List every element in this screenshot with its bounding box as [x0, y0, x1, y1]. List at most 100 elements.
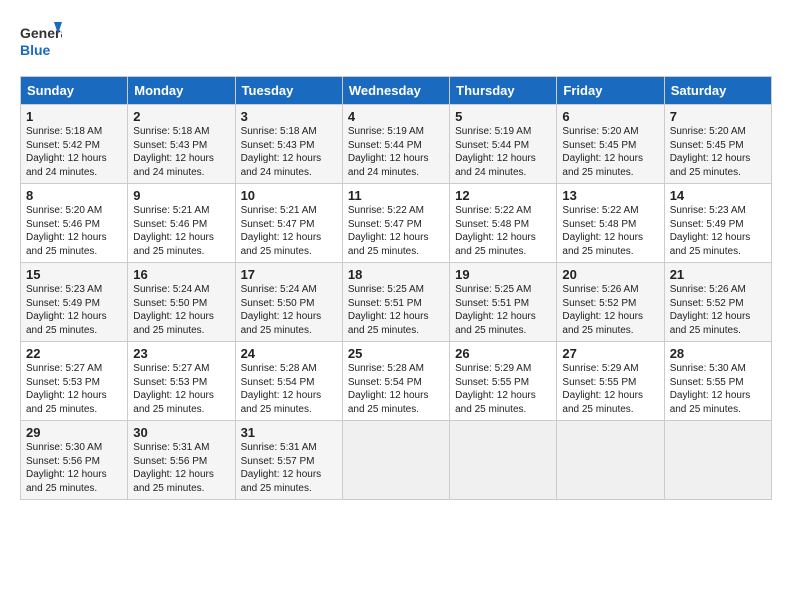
- logo-svg: General Blue: [20, 20, 62, 64]
- calendar-cell: 30 Sunrise: 5:31 AMSunset: 5:56 PMDaylig…: [128, 421, 235, 500]
- weekday-header: Thursday: [450, 77, 557, 105]
- calendar-cell: 22 Sunrise: 5:27 AMSunset: 5:53 PMDaylig…: [21, 342, 128, 421]
- day-info: Sunrise: 5:18 AMSunset: 5:42 PMDaylight:…: [26, 126, 107, 178]
- day-number: 31: [241, 425, 337, 440]
- day-number: 17: [241, 267, 337, 282]
- day-number: 16: [133, 267, 229, 282]
- day-info: Sunrise: 5:27 AMSunset: 5:53 PMDaylight:…: [26, 363, 107, 415]
- header: General Blue: [20, 20, 772, 64]
- calendar-cell: 11 Sunrise: 5:22 AMSunset: 5:47 PMDaylig…: [342, 184, 449, 263]
- day-number: 20: [562, 267, 658, 282]
- day-number: 7: [670, 109, 766, 124]
- day-number: 30: [133, 425, 229, 440]
- day-info: Sunrise: 5:18 AMSunset: 5:43 PMDaylight:…: [241, 126, 322, 178]
- day-info: Sunrise: 5:26 AMSunset: 5:52 PMDaylight:…: [562, 284, 643, 336]
- day-info: Sunrise: 5:19 AMSunset: 5:44 PMDaylight:…: [348, 126, 429, 178]
- calendar-cell: [664, 421, 771, 500]
- calendar-cell: 10 Sunrise: 5:21 AMSunset: 5:47 PMDaylig…: [235, 184, 342, 263]
- day-info: Sunrise: 5:23 AMSunset: 5:49 PMDaylight:…: [670, 205, 751, 257]
- calendar-week-row: 29 Sunrise: 5:30 AMSunset: 5:56 PMDaylig…: [21, 421, 772, 500]
- day-number: 23: [133, 346, 229, 361]
- day-number: 19: [455, 267, 551, 282]
- calendar-week-row: 22 Sunrise: 5:27 AMSunset: 5:53 PMDaylig…: [21, 342, 772, 421]
- day-info: Sunrise: 5:29 AMSunset: 5:55 PMDaylight:…: [455, 363, 536, 415]
- day-number: 11: [348, 188, 444, 203]
- day-number: 12: [455, 188, 551, 203]
- day-number: 9: [133, 188, 229, 203]
- day-number: 5: [455, 109, 551, 124]
- day-info: Sunrise: 5:25 AMSunset: 5:51 PMDaylight:…: [455, 284, 536, 336]
- day-number: 8: [26, 188, 122, 203]
- day-number: 18: [348, 267, 444, 282]
- day-number: 13: [562, 188, 658, 203]
- day-info: Sunrise: 5:31 AMSunset: 5:56 PMDaylight:…: [133, 442, 214, 494]
- calendar-week-row: 8 Sunrise: 5:20 AMSunset: 5:46 PMDayligh…: [21, 184, 772, 263]
- day-info: Sunrise: 5:22 AMSunset: 5:48 PMDaylight:…: [562, 205, 643, 257]
- weekday-header: Saturday: [664, 77, 771, 105]
- calendar-cell: 28 Sunrise: 5:30 AMSunset: 5:55 PMDaylig…: [664, 342, 771, 421]
- calendar-cell: 19 Sunrise: 5:25 AMSunset: 5:51 PMDaylig…: [450, 263, 557, 342]
- day-info: Sunrise: 5:18 AMSunset: 5:43 PMDaylight:…: [133, 126, 214, 178]
- day-number: 26: [455, 346, 551, 361]
- calendar-cell: 13 Sunrise: 5:22 AMSunset: 5:48 PMDaylig…: [557, 184, 664, 263]
- day-info: Sunrise: 5:20 AMSunset: 5:45 PMDaylight:…: [670, 126, 751, 178]
- day-number: 10: [241, 188, 337, 203]
- day-number: 1: [26, 109, 122, 124]
- day-info: Sunrise: 5:25 AMSunset: 5:51 PMDaylight:…: [348, 284, 429, 336]
- calendar-cell: 1 Sunrise: 5:18 AMSunset: 5:42 PMDayligh…: [21, 105, 128, 184]
- day-info: Sunrise: 5:30 AMSunset: 5:56 PMDaylight:…: [26, 442, 107, 494]
- calendar-week-row: 15 Sunrise: 5:23 AMSunset: 5:49 PMDaylig…: [21, 263, 772, 342]
- calendar-cell: 14 Sunrise: 5:23 AMSunset: 5:49 PMDaylig…: [664, 184, 771, 263]
- day-number: 21: [670, 267, 766, 282]
- day-info: Sunrise: 5:26 AMSunset: 5:52 PMDaylight:…: [670, 284, 751, 336]
- day-info: Sunrise: 5:31 AMSunset: 5:57 PMDaylight:…: [241, 442, 322, 494]
- calendar-table: SundayMondayTuesdayWednesdayThursdayFrid…: [20, 76, 772, 500]
- calendar-cell: 5 Sunrise: 5:19 AMSunset: 5:44 PMDayligh…: [450, 105, 557, 184]
- day-number: 2: [133, 109, 229, 124]
- calendar-cell: 23 Sunrise: 5:27 AMSunset: 5:53 PMDaylig…: [128, 342, 235, 421]
- day-info: Sunrise: 5:27 AMSunset: 5:53 PMDaylight:…: [133, 363, 214, 415]
- day-number: 28: [670, 346, 766, 361]
- calendar-cell: 9 Sunrise: 5:21 AMSunset: 5:46 PMDayligh…: [128, 184, 235, 263]
- day-info: Sunrise: 5:28 AMSunset: 5:54 PMDaylight:…: [241, 363, 322, 415]
- day-number: 29: [26, 425, 122, 440]
- day-number: 27: [562, 346, 658, 361]
- calendar-cell: 8 Sunrise: 5:20 AMSunset: 5:46 PMDayligh…: [21, 184, 128, 263]
- day-info: Sunrise: 5:22 AMSunset: 5:47 PMDaylight:…: [348, 205, 429, 257]
- svg-text:Blue: Blue: [20, 42, 51, 58]
- calendar-cell: 3 Sunrise: 5:18 AMSunset: 5:43 PMDayligh…: [235, 105, 342, 184]
- day-number: 15: [26, 267, 122, 282]
- calendar-cell: 18 Sunrise: 5:25 AMSunset: 5:51 PMDaylig…: [342, 263, 449, 342]
- day-info: Sunrise: 5:24 AMSunset: 5:50 PMDaylight:…: [133, 284, 214, 336]
- weekday-header: Sunday: [21, 77, 128, 105]
- weekday-header: Monday: [128, 77, 235, 105]
- calendar-cell: 21 Sunrise: 5:26 AMSunset: 5:52 PMDaylig…: [664, 263, 771, 342]
- calendar-cell: 27 Sunrise: 5:29 AMSunset: 5:55 PMDaylig…: [557, 342, 664, 421]
- day-number: 24: [241, 346, 337, 361]
- weekday-header-row: SundayMondayTuesdayWednesdayThursdayFrid…: [21, 77, 772, 105]
- day-info: Sunrise: 5:30 AMSunset: 5:55 PMDaylight:…: [670, 363, 751, 415]
- calendar-cell: 7 Sunrise: 5:20 AMSunset: 5:45 PMDayligh…: [664, 105, 771, 184]
- calendar-cell: 12 Sunrise: 5:22 AMSunset: 5:48 PMDaylig…: [450, 184, 557, 263]
- calendar-cell: 15 Sunrise: 5:23 AMSunset: 5:49 PMDaylig…: [21, 263, 128, 342]
- calendar-cell: 4 Sunrise: 5:19 AMSunset: 5:44 PMDayligh…: [342, 105, 449, 184]
- calendar-cell: 6 Sunrise: 5:20 AMSunset: 5:45 PMDayligh…: [557, 105, 664, 184]
- calendar-cell: [450, 421, 557, 500]
- calendar-cell: 26 Sunrise: 5:29 AMSunset: 5:55 PMDaylig…: [450, 342, 557, 421]
- day-number: 4: [348, 109, 444, 124]
- day-info: Sunrise: 5:23 AMSunset: 5:49 PMDaylight:…: [26, 284, 107, 336]
- calendar-week-row: 1 Sunrise: 5:18 AMSunset: 5:42 PMDayligh…: [21, 105, 772, 184]
- day-info: Sunrise: 5:28 AMSunset: 5:54 PMDaylight:…: [348, 363, 429, 415]
- weekday-header: Wednesday: [342, 77, 449, 105]
- day-number: 25: [348, 346, 444, 361]
- day-number: 14: [670, 188, 766, 203]
- svg-text:General: General: [20, 25, 62, 41]
- day-info: Sunrise: 5:29 AMSunset: 5:55 PMDaylight:…: [562, 363, 643, 415]
- calendar-cell: [342, 421, 449, 500]
- calendar-cell: 20 Sunrise: 5:26 AMSunset: 5:52 PMDaylig…: [557, 263, 664, 342]
- calendar-cell: [557, 421, 664, 500]
- calendar-cell: 17 Sunrise: 5:24 AMSunset: 5:50 PMDaylig…: [235, 263, 342, 342]
- day-number: 22: [26, 346, 122, 361]
- logo: General Blue: [20, 20, 62, 64]
- calendar-cell: 16 Sunrise: 5:24 AMSunset: 5:50 PMDaylig…: [128, 263, 235, 342]
